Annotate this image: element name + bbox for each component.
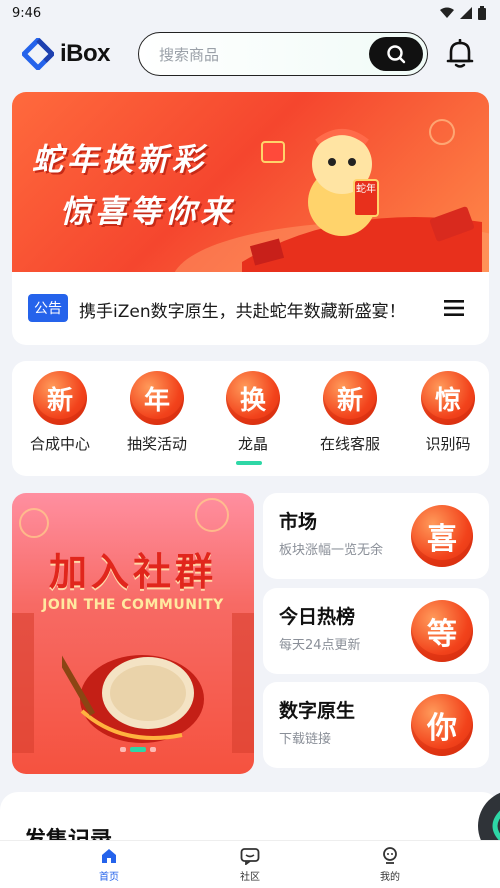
quick-item-lottery[interactable]: 年 抽奖活动: [109, 371, 205, 454]
notice-tag: 公告: [28, 294, 68, 322]
search-placeholder: 搜索商品: [159, 45, 220, 64]
logo-text: iBox: [60, 40, 111, 67]
notice-bar[interactable]: 公告 携手iZen数字原生，共赴蛇年数藏新盛宴！: [12, 272, 489, 345]
card-title: 数字原生: [279, 700, 356, 722]
quick-item-icon: 新: [33, 371, 87, 425]
promo-banner[interactable]: 蛇年换新彩 惊喜等你来 蛇年: [12, 92, 489, 272]
carousel-dot-active[interactable]: [130, 747, 146, 752]
banner-decor: [174, 119, 489, 272]
banner-headline-2: 惊喜等你来: [60, 194, 235, 230]
battery-icon: [478, 6, 486, 20]
quick-item-icon: 新: [323, 371, 377, 425]
tab-label: 首页: [99, 872, 119, 883]
community-icon: [240, 848, 260, 865]
logo-diamond-icon: [22, 38, 54, 70]
card-badge: 等: [411, 600, 473, 662]
tab-label: 社区: [240, 872, 260, 883]
notice-text: 携手iZen数字原生，共赴蛇年数藏新盛宴！: [79, 302, 406, 322]
hot-list-card[interactable]: 今日热榜 每天24点更新 等: [263, 588, 489, 674]
drum-icon: [62, 652, 204, 743]
quick-item-identification-code[interactable]: 惊 识别码: [400, 371, 496, 454]
card-badge: 喜: [411, 505, 473, 567]
quick-item-icon: 换: [226, 371, 280, 425]
card-badge: 你: [411, 694, 473, 756]
banner-headline-1: 蛇年换新彩: [32, 142, 207, 178]
quick-menu-page-indicator: [236, 461, 262, 465]
notification-button[interactable]: [444, 38, 476, 70]
card-subtitle: 每天24点更新: [279, 638, 361, 653]
app-header: iBox 搜索商品: [0, 26, 500, 82]
tab-community[interactable]: 社区: [210, 847, 290, 883]
market-card[interactable]: 市场 板块涨幅一览无余 喜: [263, 493, 489, 579]
signal-icon: [460, 7, 472, 19]
status-time: 9:46: [12, 5, 42, 21]
tab-home[interactable]: 首页: [69, 847, 149, 883]
quick-item-customer-service[interactable]: 新 在线客服: [302, 371, 398, 454]
quick-item-label: 抽奖活动: [126, 435, 187, 453]
community-subtitle: JOIN THE COMMUNITY: [42, 597, 224, 613]
community-banner[interactable]: 加入社群 JOIN THE COMMUNITY: [12, 493, 254, 774]
search-icon: [387, 45, 406, 64]
bottom-tab-bar: 首页 社区 我的: [0, 840, 500, 888]
home-icon: [102, 849, 116, 863]
search-button[interactable]: [369, 37, 423, 71]
carousel-dots: [120, 747, 156, 752]
carousel-dot[interactable]: [120, 747, 126, 752]
tab-label: 我的: [380, 872, 400, 883]
bell-icon: [446, 39, 474, 68]
tab-profile[interactable]: 我的: [350, 847, 430, 883]
card-subtitle: 下载链接: [279, 732, 332, 747]
carousel-dot[interactable]: [150, 747, 156, 752]
quick-item-synthesis-center[interactable]: 新 合成中心: [12, 371, 108, 454]
status-bar: 9:46: [0, 0, 500, 26]
quick-item-label: 合成中心: [29, 435, 90, 453]
digital-native-card[interactable]: 数字原生 下载链接 你: [263, 682, 489, 768]
search-input[interactable]: 搜索商品: [138, 32, 428, 76]
quick-item-icon: 年: [130, 371, 184, 425]
ibox-logo[interactable]: iBox: [22, 38, 111, 70]
quick-item-icon: 惊: [421, 371, 475, 425]
banner-mascot-sign: 蛇年: [356, 184, 376, 195]
banner-card: 蛇年换新彩 惊喜等你来 蛇年 公告 携手iZen数字原生，共赴蛇年数藏新盛宴！: [12, 92, 489, 345]
profile-icon: [383, 847, 397, 864]
quick-item-label: 识别码: [425, 435, 471, 453]
card-title: 市场: [279, 511, 318, 533]
wifi-icon: [440, 7, 454, 18]
quick-item-label: 龙晶: [237, 435, 268, 453]
quick-item-dragon-crystal[interactable]: 换 龙晶: [205, 371, 301, 454]
quick-item-label: 在线客服: [319, 435, 380, 453]
quick-menu: 新 合成中心 年 抽奖活动 换 龙晶 新 在线客服 惊 识别码: [12, 361, 489, 476]
card-title: 今日热榜: [279, 606, 356, 628]
status-icons: [440, 6, 486, 20]
community-title: 加入社群: [48, 549, 217, 594]
menu-icon[interactable]: [444, 298, 464, 318]
card-subtitle: 板块涨幅一览无余: [279, 543, 384, 558]
